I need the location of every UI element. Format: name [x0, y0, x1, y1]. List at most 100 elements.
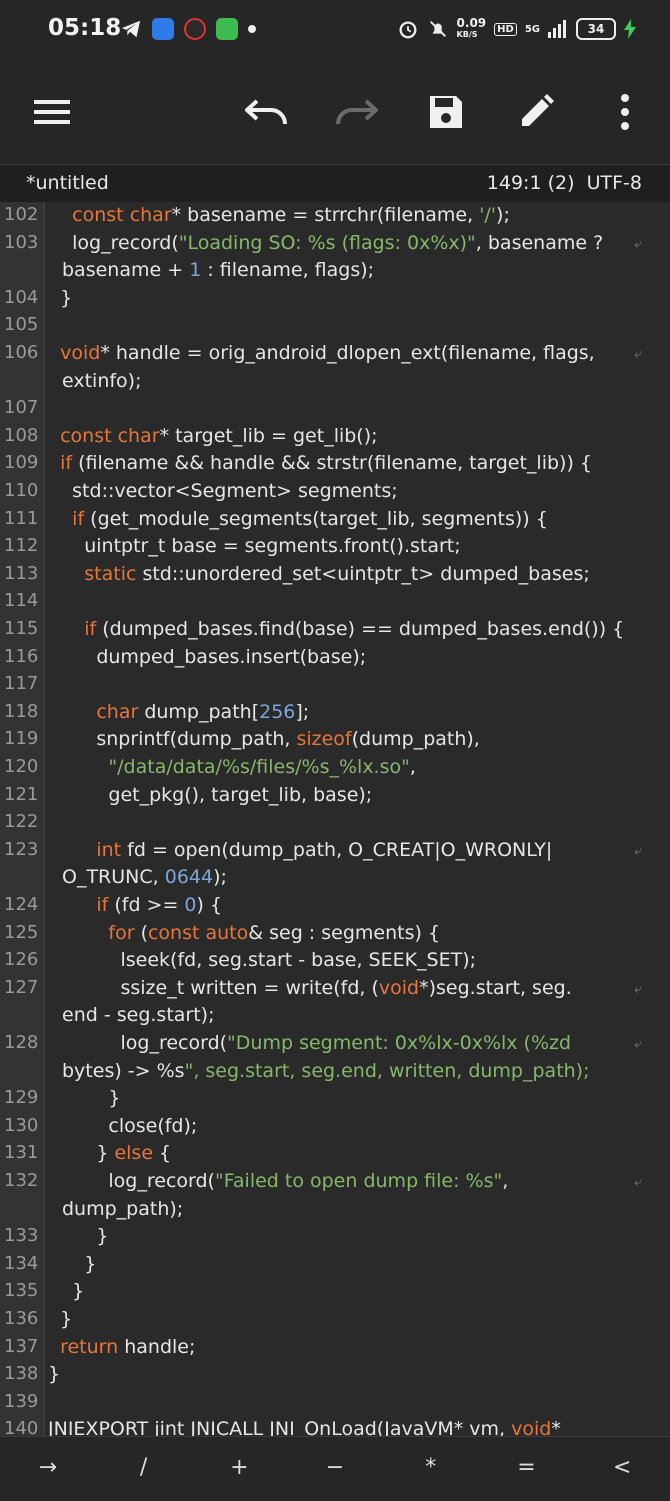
network-speed: 0.09 KB/S — [456, 16, 487, 39]
more-vertical-icon — [621, 94, 629, 130]
file-info-bar: *untitled 149:1 (2) UTF-8 — [0, 164, 670, 203]
code-line-wrap: basename + 1 : filename, flags); — [62, 259, 375, 282]
code-editor[interactable]: 102 103 104 105 106 107 108 109 110 111 112 113 114 1… — [0, 202, 670, 1436]
code-line: } — [48, 286, 73, 309]
line-number: 110 — [4, 480, 39, 501]
symbol-key-plus[interactable]: + — [191, 1437, 287, 1501]
line-number: 116 — [4, 645, 39, 667]
line-number: 114 — [4, 590, 39, 612]
code-line: uintptr_t base = segments.front().start; — [48, 535, 461, 558]
line-number: 127 — [4, 976, 39, 998]
code-line: char dump_path[256]; — [96, 700, 310, 723]
code-line: snprintf(dump_path, sizeof(dump_path), — [48, 728, 480, 751]
symbol-key-slash[interactable]: / — [96, 1437, 192, 1501]
code-line: log_record("Failed to open dump file: %s… — [48, 1170, 509, 1192]
wrap-indicator-icon: ⤶ — [634, 1036, 642, 1052]
line-number: 102 — [4, 204, 39, 225]
file-name: *untitled — [26, 172, 109, 194]
status-bar: 05:18 0.09 KB/S HD 5G 34 — [0, 0, 670, 62]
line-number: 140 — [4, 1418, 39, 1436]
hamburger-menu-icon — [34, 100, 70, 124]
code-line-wrap: O_TRUNC, 0644); — [62, 866, 227, 889]
code-line: const char* basename = strrchr(filename,… — [72, 204, 510, 226]
line-number: 137 — [4, 1335, 39, 1357]
undo-button[interactable] — [245, 90, 289, 134]
line-number: 122 — [4, 811, 39, 833]
line-number: 106 — [4, 342, 39, 363]
redo-icon — [336, 99, 378, 125]
app-notification-icon-red — [184, 18, 206, 40]
code-line: } — [48, 1363, 61, 1386]
code-line: if (dumped_bases.find(base) == dumped_ba… — [84, 618, 625, 640]
symbol-key-less-than[interactable]: < — [574, 1437, 670, 1501]
wrap-indicator-icon: ⤶ — [634, 842, 642, 859]
code-line: if (fd >= 0) { — [96, 894, 223, 916]
undo-icon — [245, 99, 287, 125]
line-number: 135 — [4, 1280, 39, 1302]
code-line: JNIEXPORT jint JNICALL JNI_OnLoad(JavaVM… — [48, 1418, 561, 1436]
line-number: 132 — [4, 1170, 39, 1191]
line-number: 105 — [4, 314, 39, 336]
line-number-gutter: 102 103 104 105 106 107 108 109 110 111 112 113 114 1… — [0, 202, 45, 1436]
line-number: 126 — [4, 949, 39, 971]
line-number: 118 — [4, 700, 39, 722]
mute-bell-icon — [429, 21, 446, 37]
symbol-key-asterisk[interactable]: * — [383, 1437, 479, 1501]
line-number: 129 — [4, 1087, 39, 1109]
code-line: lseek(fd, seg.start - base, SEEK_SET); — [48, 949, 477, 972]
code-line-wrap: extinfo); — [62, 369, 142, 392]
wrap-indicator-icon: ⤶ — [634, 235, 642, 252]
line-number: 115 — [4, 618, 39, 639]
code-line: get_pkg(), target_lib, base); — [48, 783, 373, 806]
wrap-indicator-icon: ⤶ — [634, 346, 642, 362]
line-number: 125 — [4, 921, 39, 943]
code-line-wrap: dump_path); — [62, 1197, 184, 1220]
symbol-key-minus[interactable]: − — [287, 1437, 383, 1501]
line-number: 117 — [4, 673, 39, 695]
line-number: 113 — [4, 562, 39, 584]
menu-button[interactable] — [30, 90, 74, 134]
line-number: 133 — [4, 1225, 39, 1247]
signal-bars-icon — [548, 20, 566, 38]
more-notifications-dot — [248, 25, 256, 33]
line-number: 138 — [4, 1363, 39, 1385]
code-line: dumped_bases.insert(base); — [48, 645, 367, 668]
code-line: } — [48, 1252, 97, 1275]
line-number: 134 — [4, 1252, 39, 1274]
editor-toolbar — [0, 62, 670, 164]
code-line: if (get_module_segments(target_lib, segm… — [72, 507, 548, 530]
code-line: ssize_t written = write(fd, (void*)seg.s… — [48, 976, 572, 999]
code-line: log_record("Dump segment: 0x%lx-0x%lx (%… — [48, 1032, 572, 1054]
signal-5g: 5G — [524, 23, 540, 35]
code-line: } else { — [48, 1142, 172, 1165]
code-line: std::vector<Segment> segments; — [48, 480, 398, 502]
overflow-menu-button[interactable] — [603, 90, 647, 134]
wrap-indicator-icon: ⤶ — [634, 980, 642, 997]
save-button[interactable] — [424, 90, 468, 134]
status-right-icons: 0.09 KB/S HD 5G 34 — [397, 16, 636, 40]
code-line: } — [48, 1225, 109, 1248]
alarm-icon — [399, 21, 417, 39]
code-line: } — [48, 1087, 121, 1110]
line-number: 104 — [4, 286, 39, 308]
code-line: } — [48, 1308, 73, 1330]
charging-bolt-icon — [624, 19, 636, 39]
code-line: static std::unordered_set<uintptr_t> dum… — [84, 562, 590, 585]
code-line: if (filename && handle && strstr(filenam… — [60, 452, 592, 475]
code-line: log_record("Loading SO: %s (flags: 0x%x)… — [48, 231, 604, 254]
line-number: 131 — [4, 1142, 39, 1164]
edit-button[interactable] — [514, 90, 558, 134]
symbol-key-tab[interactable]: → — [0, 1437, 96, 1501]
line-number: 111 — [4, 507, 39, 529]
line-number: 120 — [4, 756, 39, 777]
symbol-bar: → / + − * = < — [0, 1436, 670, 1501]
line-number: 112 — [4, 535, 39, 557]
pencil-icon — [522, 94, 554, 126]
cursor-position: 149:1 (2) UTF-8 — [486, 172, 642, 194]
code-line: close(fd); — [48, 1114, 198, 1137]
line-number: 108 — [4, 424, 39, 446]
redo-button[interactable] — [334, 90, 378, 134]
line-number: 128 — [4, 1032, 39, 1053]
code-line: const char* target_lib = get_lib(); — [60, 424, 378, 447]
symbol-key-equals[interactable]: = — [479, 1437, 575, 1501]
